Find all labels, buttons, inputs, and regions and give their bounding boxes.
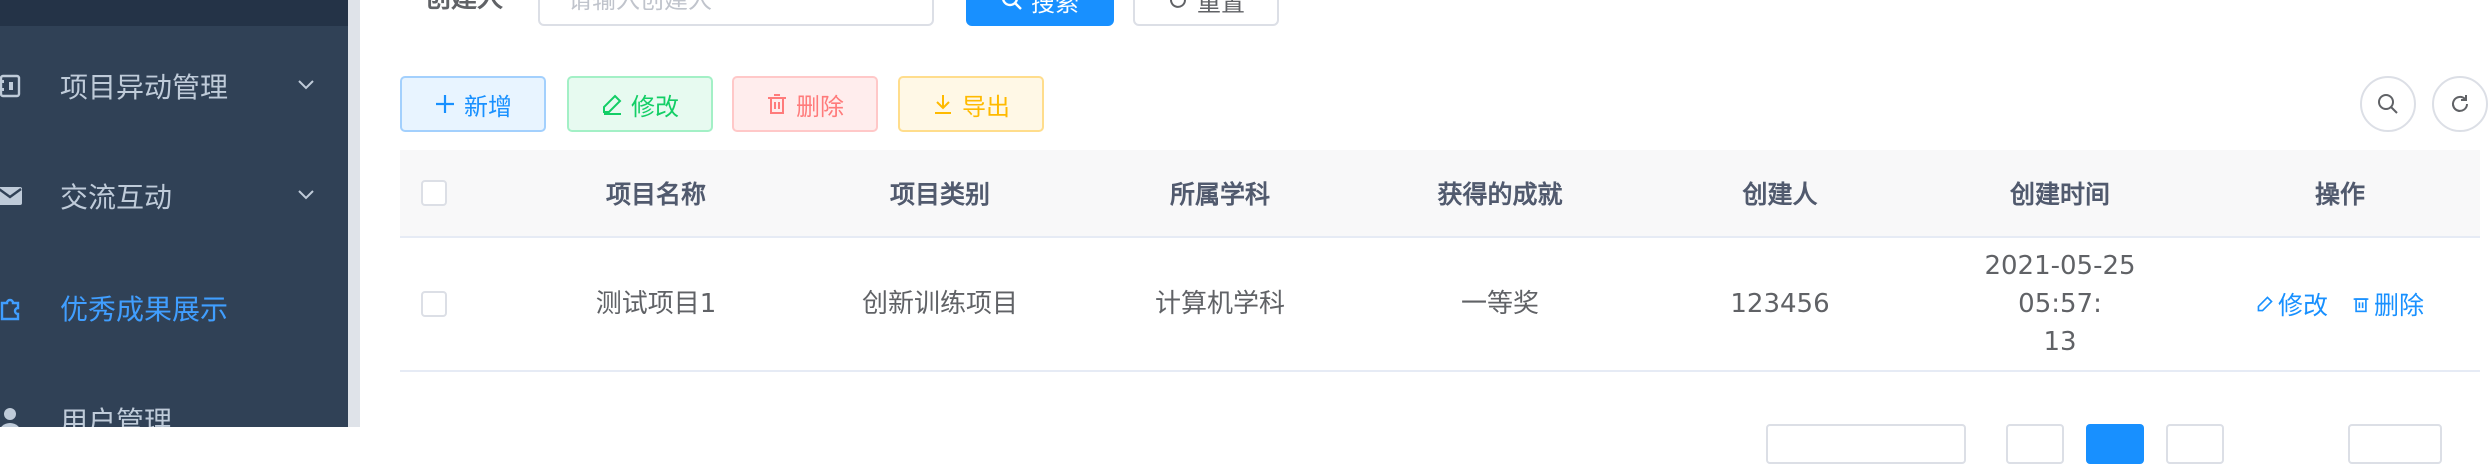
sidebar-item-label: 用户管理: [60, 405, 173, 427]
cell-project-category: 创新训练项目: [861, 289, 1018, 319]
cell-creator: 123456: [1730, 289, 1830, 319]
cell-actions: 修改 删除: [2220, 238, 2460, 370]
prev-page-button[interactable]: [2006, 424, 2064, 464]
row-edit-label: 修改: [2277, 291, 2328, 320]
sidebar-item-label: 优秀成果展示: [60, 293, 229, 326]
delete-button[interactable]: 删除: [732, 76, 878, 132]
reset-button-label: 重置: [1197, 0, 1245, 17]
sidebar-item-project-change[interactable]: 项目异动管理: [0, 56, 348, 116]
delete-button-label: 删除: [796, 92, 844, 121]
column-header-project-category[interactable]: 项目类别: [820, 150, 1060, 236]
table-row[interactable]: 测试项目1 创新训练项目 计算机学科 一等奖 123456 2021-05-25…: [400, 238, 2480, 372]
plus-icon: [436, 95, 454, 113]
sidebar-item-label: 项目异动管理: [60, 71, 229, 104]
user-icon: [0, 406, 24, 427]
creator-search-input[interactable]: [540, 0, 932, 24]
message-icon: [0, 182, 24, 210]
add-button[interactable]: 新增: [400, 76, 546, 132]
select-all-cell: [400, 150, 468, 236]
edit-icon: [2257, 296, 2273, 312]
sidebar-divider: [348, 0, 360, 427]
search-button[interactable]: 搜索: [966, 0, 1114, 26]
notebook-icon: [0, 72, 24, 100]
sidebar-item-user-management[interactable]: 用户管理: [0, 390, 348, 427]
refresh-icon: [1170, 0, 1186, 8]
edit-button-label: 修改: [631, 92, 679, 121]
row-delete-link[interactable]: 删除: [2352, 286, 2424, 322]
chevron-down-icon: [298, 190, 314, 200]
row-delete-label: 删除: [2374, 291, 2425, 320]
export-button[interactable]: 导出: [898, 76, 1044, 132]
created-time-line-2: 13: [2043, 327, 2077, 357]
sidebar-item-communication[interactable]: 交流互动: [0, 166, 348, 226]
search-icon: [1002, 0, 1022, 10]
page-jump-input[interactable]: [2348, 424, 2442, 464]
row-select-cell: [400, 238, 468, 370]
cell-subject: 计算机学科: [1154, 289, 1285, 319]
export-button-label: 导出: [962, 92, 1010, 121]
column-header-subject[interactable]: 所属学科: [1100, 150, 1340, 236]
creator-filter-label: 创建人: [425, 0, 503, 15]
sidebar-submenu-strip: [0, 0, 348, 26]
trash-icon: [2353, 298, 2369, 313]
column-header-achievement[interactable]: 获得的成就: [1380, 150, 1620, 236]
refresh-button[interactable]: [2432, 76, 2488, 132]
toggle-search-button[interactable]: [2360, 76, 2416, 132]
next-page-button[interactable]: [2166, 424, 2224, 464]
page-size-select[interactable]: [1766, 424, 1966, 464]
reset-button[interactable]: 重置: [1133, 0, 1279, 26]
creator-search-field[interactable]: [538, 0, 934, 26]
search-button-label: 搜索: [1031, 0, 1079, 17]
current-page-button[interactable]: [2086, 424, 2144, 464]
column-header-project-name[interactable]: 项目名称: [536, 150, 776, 236]
download-icon: [935, 95, 951, 114]
sidebar-item-excellent-results[interactable]: 优秀成果展示: [0, 278, 348, 338]
table-header: 项目名称 项目类别 所属学科 获得的成就 创建人 创建时间 操作: [400, 150, 2480, 238]
row-checkbox[interactable]: [421, 291, 447, 317]
sidebar: 项目异动管理 交流互动 优秀成果展示 用户管理: [0, 0, 348, 427]
column-header-created-time[interactable]: 创建时间: [1940, 150, 2180, 236]
column-header-creator[interactable]: 创建人: [1660, 150, 1900, 236]
sidebar-item-label: 交流互动: [60, 181, 173, 214]
refresh-icon: [2452, 95, 2468, 112]
cell-created-time: 2021-05-25 05:57: 13: [1940, 238, 2180, 370]
cell-project-name: 测试项目1: [595, 289, 717, 319]
add-button-label: 新增: [464, 92, 512, 121]
chevron-down-icon: [298, 80, 314, 90]
edit-icon: [603, 94, 622, 115]
cell-achievement: 一等奖: [1460, 289, 1539, 319]
edit-button[interactable]: 修改: [567, 76, 713, 132]
puzzle-icon: [0, 294, 24, 322]
select-all-checkbox[interactable]: [421, 180, 447, 206]
trash-icon: [768, 94, 786, 114]
search-icon: [2378, 94, 2398, 114]
row-edit-link[interactable]: 修改: [2256, 286, 2328, 322]
column-header-actions: 操作: [2314, 180, 2365, 209]
created-time-line-1: 2021-05-25 05:57:: [1984, 251, 2136, 319]
